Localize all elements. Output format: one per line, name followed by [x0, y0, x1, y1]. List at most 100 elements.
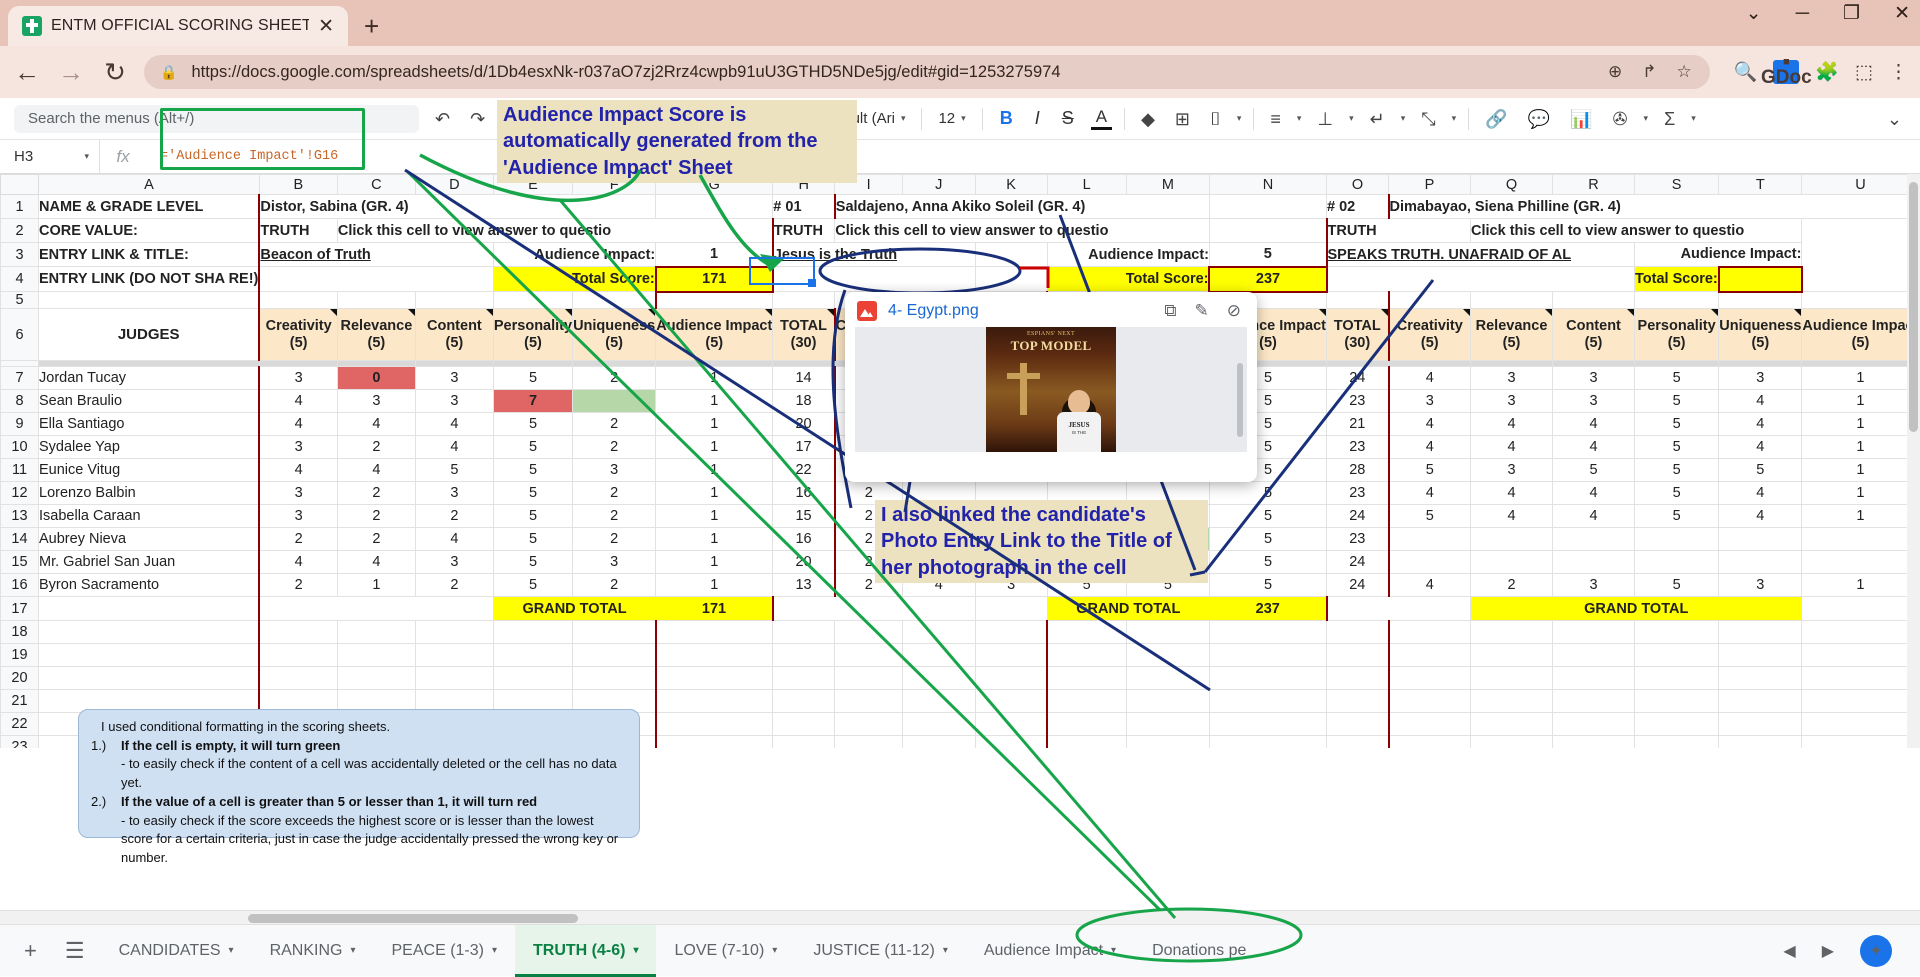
- score-c3-j6-k5[interactable]: 1: [1801, 504, 1920, 528]
- functions-icon[interactable]: Σ: [1660, 110, 1679, 128]
- row-header-17[interactable]: 17: [0, 596, 39, 621]
- blank[interactable]: [654, 666, 774, 690]
- blank[interactable]: [1801, 666, 1920, 690]
- italic-button[interactable]: I: [1030, 108, 1045, 129]
- score-c1-j7-k4[interactable]: 2: [572, 527, 657, 551]
- blank[interactable]: [834, 620, 903, 644]
- score-c3-j2-k1[interactable]: 4: [1470, 412, 1554, 436]
- score-c1-j3-k3[interactable]: 5: [492, 435, 574, 459]
- sheet-tab-chevron-icon[interactable]: ▾: [943, 945, 948, 956]
- score-c1-j9-k5[interactable]: 1: [655, 573, 774, 597]
- sheet-tab-chevron-icon[interactable]: ▾: [633, 945, 638, 956]
- blank[interactable]: [1125, 643, 1210, 667]
- blank[interactable]: [1326, 620, 1390, 644]
- blank[interactable]: [1387, 666, 1472, 690]
- score-c3-j8-k2[interactable]: [1552, 550, 1636, 574]
- grid-corner[interactable]: [0, 174, 39, 195]
- rotate-chevron-icon[interactable]: ▾: [1452, 113, 1457, 124]
- score-c3-j7-k5[interactable]: [1801, 527, 1920, 551]
- blank[interactable]: [772, 735, 836, 748]
- candidate-2-name[interactable]: Saldajeno, Anna Akiko Soleil (GR. 4): [833, 194, 1210, 219]
- blank[interactable]: [1718, 735, 1803, 748]
- blank[interactable]: [38, 666, 260, 690]
- blank[interactable]: [1718, 620, 1803, 644]
- candidate-1-core-value[interactable]: TRUTH: [258, 218, 338, 243]
- blank[interactable]: [1046, 643, 1127, 667]
- score-c1-j7-k0[interactable]: 2: [258, 527, 338, 551]
- score-c2-j7-k5[interactable]: 5: [1208, 527, 1328, 551]
- score-c3-j1-k1[interactable]: 3: [1470, 389, 1554, 413]
- blank[interactable]: [258, 596, 494, 621]
- vertical-scrollbar[interactable]: [1907, 174, 1920, 748]
- sheet-tab-justice-11-12[interactable]: JUSTICE (11-12) ▾: [795, 925, 966, 977]
- score-c3-j3-k2[interactable]: 4: [1552, 435, 1636, 459]
- score-c3-j6-k1[interactable]: 4: [1470, 504, 1554, 528]
- label-audience-impact-1[interactable]: Audience Impact:: [492, 242, 657, 267]
- candidate-1-criteria-header-1[interactable]: Relevance (5): [336, 308, 416, 361]
- blank[interactable]: [38, 620, 260, 644]
- blank[interactable]: [1470, 712, 1554, 736]
- blank[interactable]: [834, 666, 903, 690]
- score-c1-j0-k2[interactable]: 3: [414, 366, 494, 390]
- row-header-3[interactable]: 3: [0, 242, 39, 267]
- row-header-2[interactable]: 2: [0, 218, 39, 243]
- judge-name[interactable]: Jordan Tucay: [38, 366, 260, 390]
- score-c2-j4-k6[interactable]: 28: [1326, 458, 1390, 482]
- score-c1-j6-k1[interactable]: 2: [336, 504, 416, 528]
- score-c3-j0-k5[interactable]: 1: [1801, 366, 1920, 390]
- browser-tab[interactable]: ENTM OFFICIAL SCORING SHEET ✕: [8, 6, 348, 46]
- row-header-23[interactable]: 23: [0, 735, 39, 748]
- score-c1-j9-k4[interactable]: 2: [572, 573, 657, 597]
- blank[interactable]: [1470, 735, 1554, 748]
- column-header-M[interactable]: M: [1125, 174, 1210, 195]
- score-c3-j3-k4[interactable]: 4: [1718, 435, 1803, 459]
- column-header-D[interactable]: D: [414, 174, 494, 195]
- blank[interactable]: [1326, 291, 1390, 309]
- score-c1-j4-k2[interactable]: 5: [414, 458, 494, 482]
- score-c1-j4-k6[interactable]: 22: [772, 458, 836, 482]
- forward-icon[interactable]: →: [56, 59, 86, 85]
- blank[interactable]: [258, 266, 494, 292]
- score-c1-j4-k3[interactable]: 5: [492, 458, 574, 482]
- score-c1-j0-k6[interactable]: 14: [772, 366, 836, 390]
- blank[interactable]: [258, 291, 338, 309]
- blank[interactable]: [1125, 666, 1210, 690]
- score-c3-j3-k1[interactable]: 4: [1470, 435, 1554, 459]
- score-c1-j1-k5[interactable]: 1: [655, 389, 774, 413]
- prev-sheets-icon[interactable]: ◀: [1783, 941, 1795, 961]
- blank[interactable]: [1801, 712, 1920, 736]
- score-c1-j0-k3[interactable]: 5: [492, 366, 574, 390]
- blank[interactable]: [1470, 620, 1554, 644]
- blank[interactable]: [1387, 689, 1472, 713]
- score-c2-j5-k6[interactable]: 23: [1326, 481, 1390, 505]
- score-c2-j3-k6[interactable]: 23: [1326, 435, 1390, 459]
- sheet-tab-donations-pe[interactable]: Donations pe: [1134, 925, 1264, 977]
- row-header-8[interactable]: 8: [0, 389, 39, 413]
- score-c2-j9-k6[interactable]: 24: [1326, 573, 1390, 597]
- blank[interactable]: [974, 242, 1048, 267]
- candidate-2-total-score[interactable]: 237: [1208, 265, 1328, 293]
- insert-chart-icon[interactable]: 📊: [1566, 110, 1596, 128]
- insert-comment-icon[interactable]: 💬: [1524, 110, 1554, 128]
- score-c1-j7-k2[interactable]: 4: [414, 527, 494, 551]
- label-total-score-2[interactable]: Total Score:: [1046, 266, 1210, 292]
- blank[interactable]: [1470, 291, 1554, 309]
- column-header-A[interactable]: A: [38, 174, 260, 195]
- blank[interactable]: [1387, 643, 1472, 667]
- score-c3-j0-k3[interactable]: 5: [1634, 366, 1720, 390]
- column-header-U[interactable]: U: [1801, 174, 1920, 195]
- sheet-tab-chevron-icon[interactable]: ▾: [229, 945, 234, 956]
- score-c3-j4-k4[interactable]: 5: [1718, 458, 1803, 482]
- blank[interactable]: [336, 620, 416, 644]
- label-core-value[interactable]: CORE VALUE:: [38, 218, 260, 243]
- score-c1-j9-k6[interactable]: 13: [772, 573, 836, 597]
- score-c1-j7-k5[interactable]: 1: [655, 527, 774, 551]
- grand-total-label-3[interactable]: GRAND TOTAL: [1470, 596, 1803, 621]
- blank[interactable]: [772, 666, 836, 690]
- score-c3-j9-k2[interactable]: 3: [1552, 573, 1636, 597]
- blank[interactable]: [1208, 735, 1328, 748]
- label-name-grade[interactable]: NAME & GRADE LEVEL: [38, 194, 260, 219]
- score-c1-j1-k2[interactable]: 3: [414, 389, 494, 413]
- blank[interactable]: [1326, 689, 1390, 713]
- blank[interactable]: [1801, 689, 1920, 713]
